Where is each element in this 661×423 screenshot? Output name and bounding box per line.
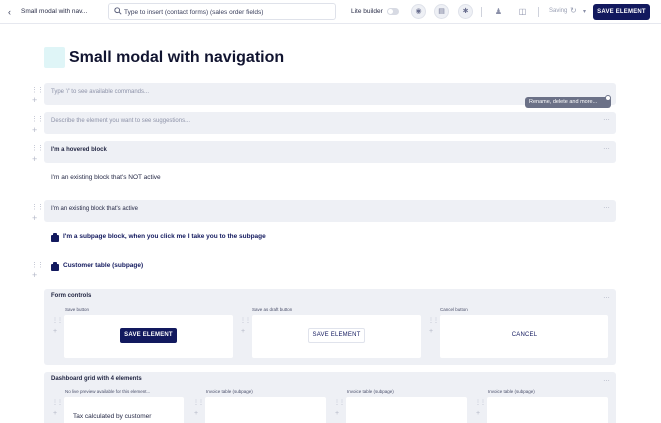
inactive-block-text[interactable]: I'm an existing block that's NOT active [51, 174, 161, 181]
ellipsis-icon[interactable]: … [603, 115, 610, 122]
cell-label: Save button [65, 307, 90, 312]
block-menu-tooltip: Rename, delete and more... [525, 97, 611, 108]
cell-label: Cancel button [440, 307, 468, 312]
dashboard-grid-section[interactable]: Dashboard grid with 4 elements … No live… [44, 372, 616, 423]
cell-label: Invoice table (subpage) [347, 389, 394, 394]
sync-icon: ↻ [570, 6, 577, 15]
sparkle-icon[interactable]: ✱ [458, 4, 473, 19]
describe-placeholder: Describe the element you want to see sug… [51, 118, 191, 124]
cell-label: Save as draft button [252, 307, 293, 312]
search-bar[interactable] [108, 3, 336, 20]
save-draft-preview-button[interactable]: SAVE ELEMENT [308, 328, 365, 343]
ellipsis-icon[interactable]: … [603, 144, 610, 151]
command-placeholder: Type '/' to see available commands... [51, 89, 150, 95]
cell-label: Invoice table (subpage) [206, 389, 253, 394]
save-element-button[interactable]: SAVE ELEMENT [593, 4, 650, 20]
drag-handle-icon[interactable]: ⋮⋮ [428, 317, 439, 324]
ellipsis-icon[interactable]: … [603, 293, 610, 300]
chevron-down-icon[interactable]: ▾ [578, 6, 591, 19]
drag-handle-icon[interactable]: ⋮⋮ [193, 399, 204, 406]
subpage-icon [51, 233, 59, 242]
saving-status: Saving [549, 8, 568, 14]
document-title[interactable]: Small modal with nav... [21, 8, 87, 15]
save-draft-button-cell: SAVE ELEMENT [252, 315, 421, 358]
lite-builder-label: Lite builder [351, 8, 383, 15]
ellipsis-icon[interactable]: … [603, 203, 610, 210]
lite-builder-toggle[interactable] [387, 8, 399, 15]
describe-element-block[interactable]: Describe the element you want to see sug… [44, 112, 616, 134]
add-block-icon[interactable]: + [194, 410, 198, 417]
drag-handle-icon[interactable]: ⋮⋮ [52, 399, 63, 406]
drag-handle-icon[interactable]: ⋮⋮ [31, 115, 44, 123]
add-block-icon[interactable]: + [32, 213, 37, 223]
subpage-link[interactable]: I'm a subpage block, when you click me I… [63, 233, 266, 240]
save-button-cell: SAVE ELEMENT [64, 315, 233, 358]
users-icon[interactable]: ♟ [492, 5, 505, 18]
cell-label: Invoice table (subpage) [488, 389, 535, 394]
ellipsis-icon[interactable]: … [603, 376, 610, 383]
add-block-icon[interactable]: + [476, 410, 480, 417]
search-input[interactable] [124, 6, 329, 18]
drag-handle-icon[interactable]: ⋮⋮ [52, 317, 63, 324]
add-block-icon[interactable]: + [32, 270, 37, 280]
dashboard-cell [346, 397, 467, 423]
drag-handle-icon[interactable]: ⋮⋮ [31, 144, 44, 152]
subpage-icon [51, 262, 59, 271]
form-controls-title: Form controls [51, 293, 92, 299]
hovered-block[interactable]: I'm a hovered block … [44, 141, 616, 163]
cancel-button-cell: CANCEL [440, 315, 608, 358]
tax-calculated-text: Tax calculated by customer [73, 413, 152, 420]
add-block-icon[interactable]: + [32, 95, 37, 105]
chevron-left-icon[interactable]: ‹ [8, 7, 11, 17]
active-block[interactable]: I'm an existing block that's active … [44, 200, 616, 222]
add-block-icon[interactable]: + [32, 154, 37, 164]
drag-handle-icon[interactable]: ⋮⋮ [240, 317, 251, 324]
cancel-preview-button[interactable]: CANCEL [496, 332, 553, 338]
add-block-icon[interactable]: + [53, 410, 57, 417]
hovered-block-title: I'm a hovered block [51, 147, 107, 153]
search-icon [114, 7, 122, 17]
dashboard-cell [487, 397, 608, 423]
top-bar: ‹ Small modal with nav... Lite builder ◉… [0, 0, 661, 24]
drag-handle-icon[interactable]: ⋮⋮ [334, 399, 345, 406]
customer-table-link[interactable]: Customer table (subpage) [63, 262, 143, 269]
dashboard-cell: Tax calculated by customer [64, 397, 184, 423]
drag-handle-icon[interactable]: ⋮⋮ [31, 203, 44, 211]
drag-handle-icon[interactable]: ⋮⋮ [475, 399, 486, 406]
drag-handle-icon[interactable]: ⋮⋮ [31, 261, 44, 269]
document-icon[interactable]: ▤ [434, 4, 449, 19]
form-controls-section[interactable]: Form controls … Save button ⋮⋮ + SAVE EL… [44, 289, 616, 365]
cell-label: No live preview available for this eleme… [65, 389, 151, 394]
active-block-title: I'm an existing block that's active [51, 206, 138, 212]
page-icon-placeholder[interactable] [44, 47, 65, 68]
add-block-icon[interactable]: + [429, 328, 433, 335]
dashboard-cell [205, 397, 326, 423]
add-block-icon[interactable]: + [241, 328, 245, 335]
toolbar-divider [481, 7, 482, 17]
tooltip-anchor-dot [605, 95, 611, 101]
save-element-preview-button[interactable]: SAVE ELEMENT [120, 328, 177, 343]
add-block-icon[interactable]: + [335, 410, 339, 417]
add-block-icon[interactable]: + [53, 328, 57, 335]
page-title[interactable]: Small modal with navigation [69, 49, 284, 67]
drag-handle-icon[interactable]: ⋮⋮ [31, 86, 44, 94]
globe-icon[interactable]: ◉ [411, 4, 426, 19]
toolbar-divider [538, 7, 539, 17]
dashboard-grid-title: Dashboard grid with 4 elements [51, 376, 142, 382]
add-block-icon[interactable]: + [32, 125, 37, 135]
folder-icon[interactable]: ◫ [516, 5, 529, 18]
